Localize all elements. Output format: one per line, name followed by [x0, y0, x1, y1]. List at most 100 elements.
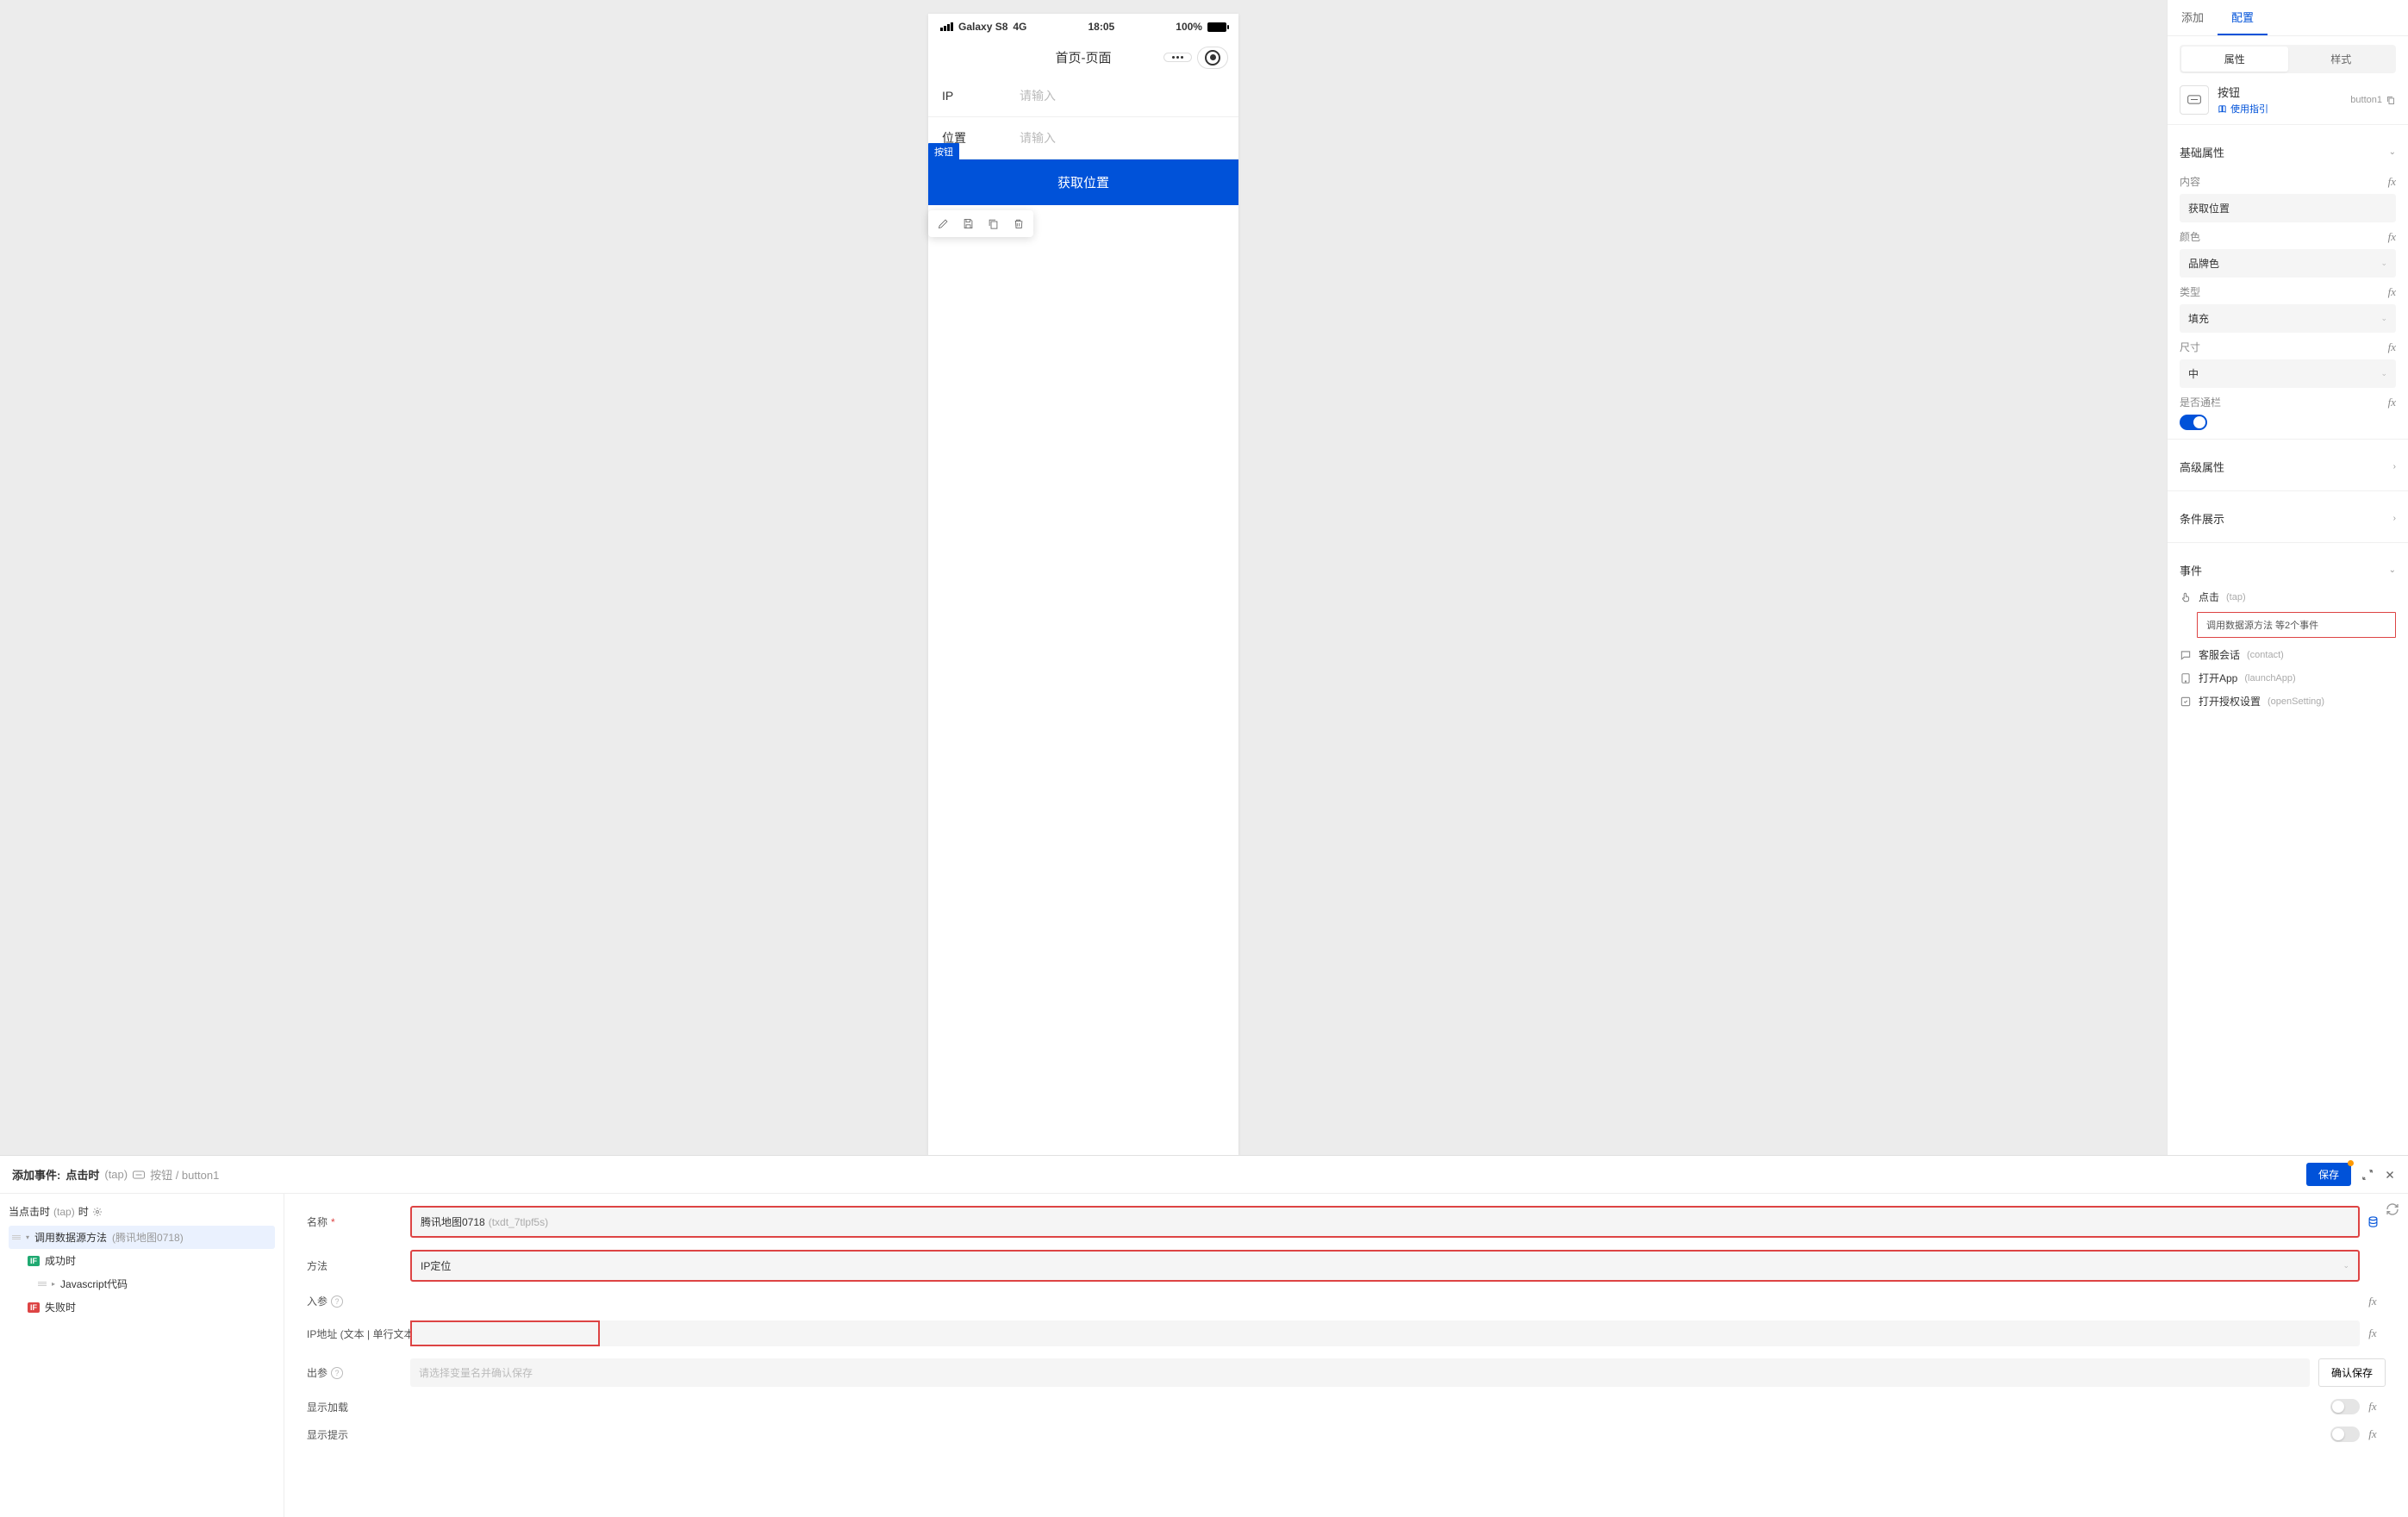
form-row-ip[interactable]: IP 请输入: [928, 75, 1238, 117]
save-icon[interactable]: [962, 217, 975, 230]
drag-handle-icon[interactable]: [12, 1235, 21, 1239]
refresh-icon[interactable]: [2386, 1202, 2399, 1216]
label-ip: IP地址 (文本 | 单行文本: [307, 1327, 414, 1341]
page-header: 首页-页面: [928, 40, 1238, 75]
event-form: 名称* 腾讯地图0718(txdt_7tlpf5s) 方法 IP定位⌄ 入参?: [284, 1194, 2408, 1517]
section-condition[interactable]: 条件展示›: [2180, 500, 2396, 534]
label-out: 出参: [307, 1365, 328, 1380]
event-breadcrumb: 添加事件: 点击时(tap) 按钮 / button1: [12, 1166, 219, 1183]
type-select[interactable]: 填充⌄: [2180, 304, 2396, 333]
loading-toggle[interactable]: [2330, 1399, 2360, 1414]
label-loading: 显示加载: [307, 1400, 348, 1414]
fx-icon[interactable]: fx: [2388, 175, 2396, 189]
segment-style[interactable]: 样式: [2288, 47, 2395, 72]
fx-icon[interactable]: fx: [2388, 285, 2396, 299]
label-name: 名称: [307, 1214, 328, 1229]
tree-row-success[interactable]: IF 成功时: [9, 1249, 275, 1272]
chat-icon: [2180, 649, 2192, 661]
target-icon[interactable]: [1197, 47, 1228, 69]
label-size: 尺寸: [2180, 340, 2200, 354]
method-select[interactable]: IP定位⌄: [410, 1250, 2360, 1282]
label-method: 方法: [307, 1258, 328, 1273]
fx-icon[interactable]: fx: [2388, 230, 2396, 244]
outvar-select[interactable]: 请选择变量名并确认保存: [410, 1358, 2310, 1387]
battery-pct: 100%: [1176, 21, 1202, 33]
fullrow-toggle[interactable]: [2180, 415, 2207, 430]
label-content: 内容: [2180, 174, 2200, 189]
ip-input[interactable]: [410, 1320, 2360, 1346]
network-type: 4G: [1013, 21, 1026, 33]
usage-guide-link[interactable]: 使用指引: [2218, 102, 2342, 115]
signal-icon: [940, 22, 953, 31]
if-badge: IF: [28, 1256, 40, 1266]
confirm-save-button[interactable]: 确认保存: [2318, 1358, 2386, 1387]
event-summary-box[interactable]: 调用数据源方法 等2个事件: [2197, 612, 2396, 638]
input-placeholder: 请输入: [1020, 87, 1056, 104]
color-select[interactable]: 品牌色⌄: [2180, 249, 2396, 278]
event-opensetting[interactable]: 打开授权设置 (openSetting): [2180, 690, 2396, 713]
save-button[interactable]: 保存: [2306, 1163, 2351, 1186]
copy-id-icon[interactable]: [2386, 95, 2396, 105]
event-launch[interactable]: 打开App (launchApp): [2180, 666, 2396, 690]
component-id: button1: [2350, 95, 2382, 105]
component-title: 按钮: [2218, 84, 2342, 100]
event-tap[interactable]: 点击 (tap): [2180, 585, 2396, 609]
phone-preview: Galaxy S8 4G 18:05 100% 首页-页面: [928, 14, 1238, 1155]
segment-attr[interactable]: 属性: [2181, 47, 2288, 72]
status-time: 18:05: [1088, 21, 1114, 33]
status-bar: Galaxy S8 4G 18:05 100%: [928, 14, 1238, 40]
content-input[interactable]: 获取位置: [2180, 194, 2396, 222]
gear-icon[interactable]: [92, 1207, 103, 1217]
fx-icon[interactable]: fx: [2368, 1400, 2376, 1414]
button-widget-icon: [2180, 85, 2209, 115]
fx-icon[interactable]: fx: [2368, 1427, 2376, 1441]
form-row-location[interactable]: 位置 请输入: [928, 117, 1238, 159]
database-icon[interactable]: [2367, 1215, 2380, 1228]
tip-toggle[interactable]: [2330, 1426, 2360, 1442]
section-events[interactable]: 事件⌄: [2180, 552, 2396, 585]
preview-canvas: Galaxy S8 4G 18:05 100% 首页-页面: [0, 0, 2167, 1155]
device-name: Galaxy S8: [958, 21, 1007, 33]
close-icon[interactable]: [2384, 1169, 2396, 1181]
fx-icon[interactable]: fx: [2368, 1327, 2376, 1340]
fx-icon[interactable]: fx: [2388, 396, 2396, 409]
section-basic[interactable]: 基础属性⌄: [2180, 134, 2396, 167]
copy-icon[interactable]: [987, 217, 1000, 230]
help-icon[interactable]: ?: [331, 1367, 343, 1379]
input-placeholder: 请输入: [1020, 129, 1056, 147]
fx-icon[interactable]: fx: [2368, 1295, 2376, 1308]
button-mini-icon: [133, 1169, 145, 1181]
if-badge: IF: [28, 1302, 40, 1313]
fx-icon[interactable]: fx: [2388, 340, 2396, 354]
edit-icon[interactable]: [937, 217, 950, 230]
tree-condition-title: 当点击时(tap)时: [9, 1204, 275, 1219]
tree-row-fail[interactable]: IF 失败时: [9, 1295, 275, 1319]
chevron-down-icon[interactable]: ▾: [26, 1233, 29, 1241]
event-tree: 当点击时(tap)时 ▾ 调用数据源方法 (腾讯地图0718) IF 成功时 ▸…: [0, 1194, 284, 1517]
tree-row-jscode[interactable]: ▸ Javascript代码: [9, 1272, 275, 1295]
selected-component-tag: 按钮: [928, 143, 959, 160]
drag-handle-icon[interactable]: [38, 1282, 47, 1286]
event-contact[interactable]: 客服会话 (contact): [2180, 643, 2396, 666]
right-panel: 添加 配置 属性 样式 按钮 使用指引: [2167, 0, 2408, 1155]
size-select[interactable]: 中⌄: [2180, 359, 2396, 388]
help-icon[interactable]: ?: [331, 1295, 343, 1308]
menu-dots-icon[interactable]: [1163, 53, 1192, 62]
form-label: IP: [942, 89, 1020, 103]
tab-add[interactable]: 添加: [2168, 0, 2218, 35]
tree-row-datasource[interactable]: ▾ 调用数据源方法 (腾讯地图0718): [9, 1226, 275, 1249]
delete-icon[interactable]: [1012, 217, 1025, 230]
label-param: 入参: [307, 1294, 328, 1308]
chevron-right-icon[interactable]: ▸: [52, 1280, 55, 1288]
page-title: 首页-页面: [1056, 48, 1112, 66]
datasource-name-select[interactable]: 腾讯地图0718(txdt_7tlpf5s): [410, 1206, 2360, 1238]
section-advanced[interactable]: 高级属性›: [2180, 448, 2396, 482]
expand-icon[interactable]: [2361, 1169, 2374, 1181]
event-editor-panel: 添加事件: 点击时(tap) 按钮 / button1 保存 当点击时(tap)…: [0, 1155, 2408, 1517]
get-location-button[interactable]: 获取位置: [928, 159, 1238, 205]
tab-config[interactable]: 配置: [2218, 0, 2268, 35]
floating-toolbar: [928, 210, 1033, 237]
launch-icon: [2180, 672, 2192, 684]
tap-icon: [2180, 591, 2192, 603]
label-fullrow: 是否通栏: [2180, 395, 2221, 409]
